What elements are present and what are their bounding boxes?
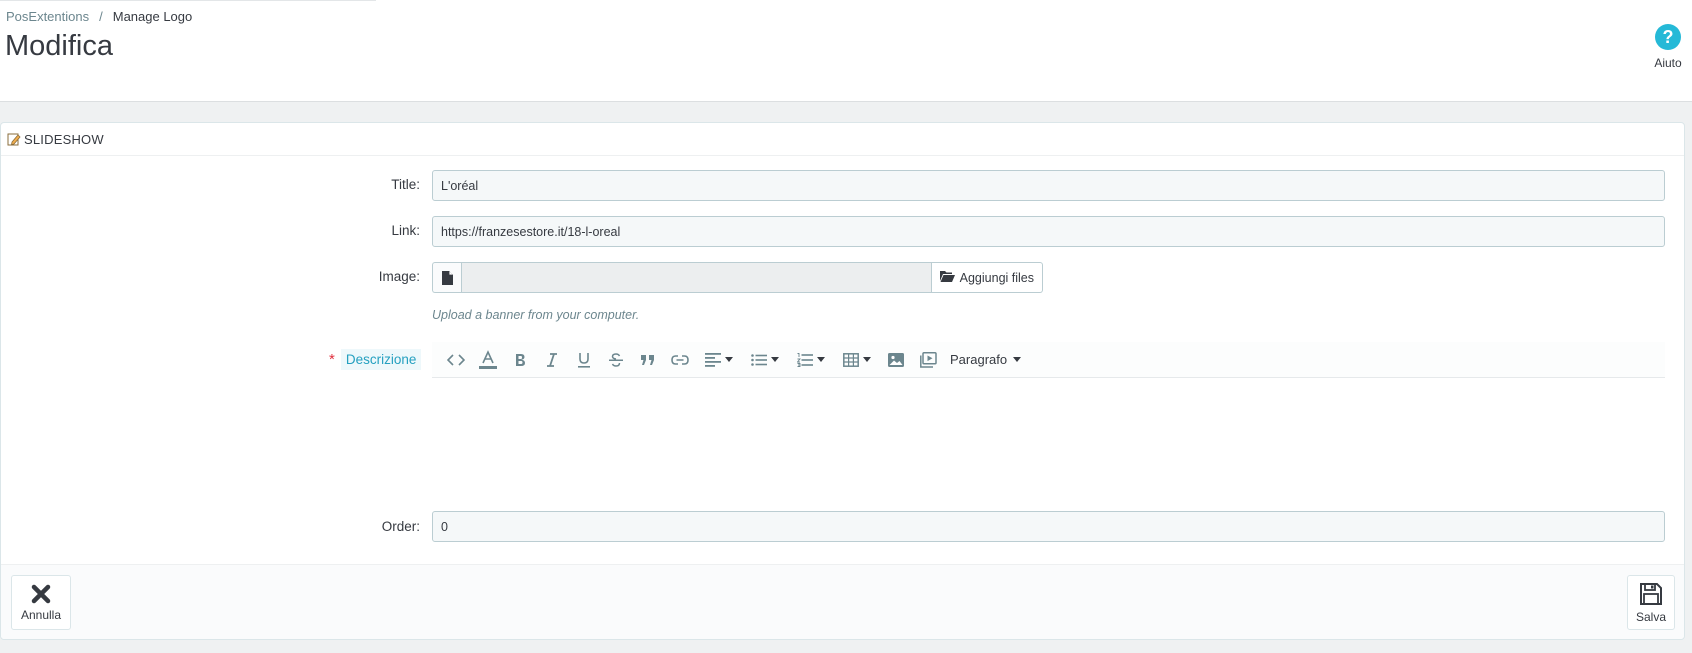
- text-color-icon[interactable]: [472, 346, 504, 374]
- add-files-label: Aggiungi files: [959, 270, 1034, 285]
- pencil-icon: [7, 132, 21, 146]
- image-help-text: Upload a banner from your computer.: [432, 308, 640, 322]
- chevron-down-icon: [863, 357, 871, 362]
- close-icon: [31, 584, 51, 603]
- description-label[interactable]: Descrizione: [340, 349, 422, 370]
- order-input[interactable]: 0: [432, 511, 1665, 542]
- question-icon: ?: [1655, 24, 1681, 50]
- editor-toolbar: Paragrafo: [432, 342, 1665, 378]
- panel-heading-label: SLIDESHOW: [24, 131, 104, 147]
- required-marker: *: [329, 351, 335, 368]
- cancel-button[interactable]: Annulla: [11, 575, 71, 630]
- page-header: PosExtentions / Manage Logo Modifica ? A…: [0, 0, 1692, 102]
- help-button[interactable]: ? Aiuto: [1648, 24, 1688, 70]
- chevron-down-icon: [1013, 357, 1022, 362]
- underline-icon[interactable]: [568, 346, 600, 374]
- table-icon: [843, 352, 859, 367]
- chevron-down-icon: [771, 357, 779, 362]
- cancel-label: Annulla: [20, 607, 62, 622]
- paragraph-format-label: Paragrafo: [950, 352, 1008, 367]
- panel-heading: SLIDESHOW: [1, 123, 1684, 156]
- save-button[interactable]: Salva: [1627, 575, 1675, 630]
- image-file-input: Aggiungi files: [432, 262, 1043, 293]
- file-icon: [432, 262, 461, 293]
- save-icon: [1640, 582, 1662, 605]
- slideshow-panel: SLIDESHOW Title: L'oréal Link: https://f…: [0, 122, 1685, 640]
- breadcrumb-parent-link[interactable]: PosExtentions: [6, 9, 89, 24]
- page-title: Modifica: [5, 30, 113, 62]
- bullet-list-dropdown[interactable]: [742, 346, 788, 374]
- description-editor-body[interactable]: [432, 378, 1665, 498]
- panel-footer: Annulla Salva: [1, 564, 1684, 639]
- chevron-down-icon: [817, 357, 825, 362]
- code-view-icon[interactable]: [440, 346, 472, 374]
- order-label: Order:: [381, 519, 420, 534]
- table-dropdown[interactable]: [834, 346, 880, 374]
- help-label: Aiuto: [1654, 56, 1682, 70]
- title-label: Title:: [391, 177, 420, 192]
- save-label: Salva: [1635, 609, 1667, 624]
- description-label-group: * Descrizione: [329, 349, 422, 370]
- title-input[interactable]: L'oréal: [432, 170, 1665, 201]
- image-insert-icon[interactable]: [880, 346, 912, 374]
- bullet-list-icon: [751, 353, 767, 366]
- link-label: Link:: [391, 223, 420, 238]
- align-dropdown[interactable]: [696, 346, 742, 374]
- breadcrumb-current: Manage Logo: [112, 9, 193, 24]
- align-left-icon: [705, 352, 721, 367]
- image-label: Image:: [378, 269, 420, 284]
- breadcrumb-separator: /: [99, 9, 103, 24]
- bold-icon[interactable]: [504, 346, 536, 374]
- numbered-list-dropdown[interactable]: [788, 346, 834, 374]
- breadcrumb: PosExtentions / Manage Logo: [6, 9, 192, 24]
- header-divider: [0, 0, 376, 1]
- strikethrough-icon[interactable]: [600, 346, 632, 374]
- file-name-field[interactable]: [461, 262, 932, 293]
- folder-open-icon: [939, 270, 955, 285]
- link-input[interactable]: https://franzesestore.it/18-l-oreal: [432, 216, 1665, 247]
- chevron-down-icon: [725, 357, 733, 362]
- italic-icon[interactable]: [536, 346, 568, 374]
- blockquote-icon[interactable]: [632, 346, 664, 374]
- link-icon[interactable]: [664, 346, 696, 374]
- paragraph-format-dropdown[interactable]: Paragrafo: [944, 352, 1022, 367]
- add-files-button[interactable]: Aggiungi files: [931, 262, 1043, 293]
- video-insert-icon[interactable]: [912, 346, 944, 374]
- numbered-list-icon: [797, 352, 813, 367]
